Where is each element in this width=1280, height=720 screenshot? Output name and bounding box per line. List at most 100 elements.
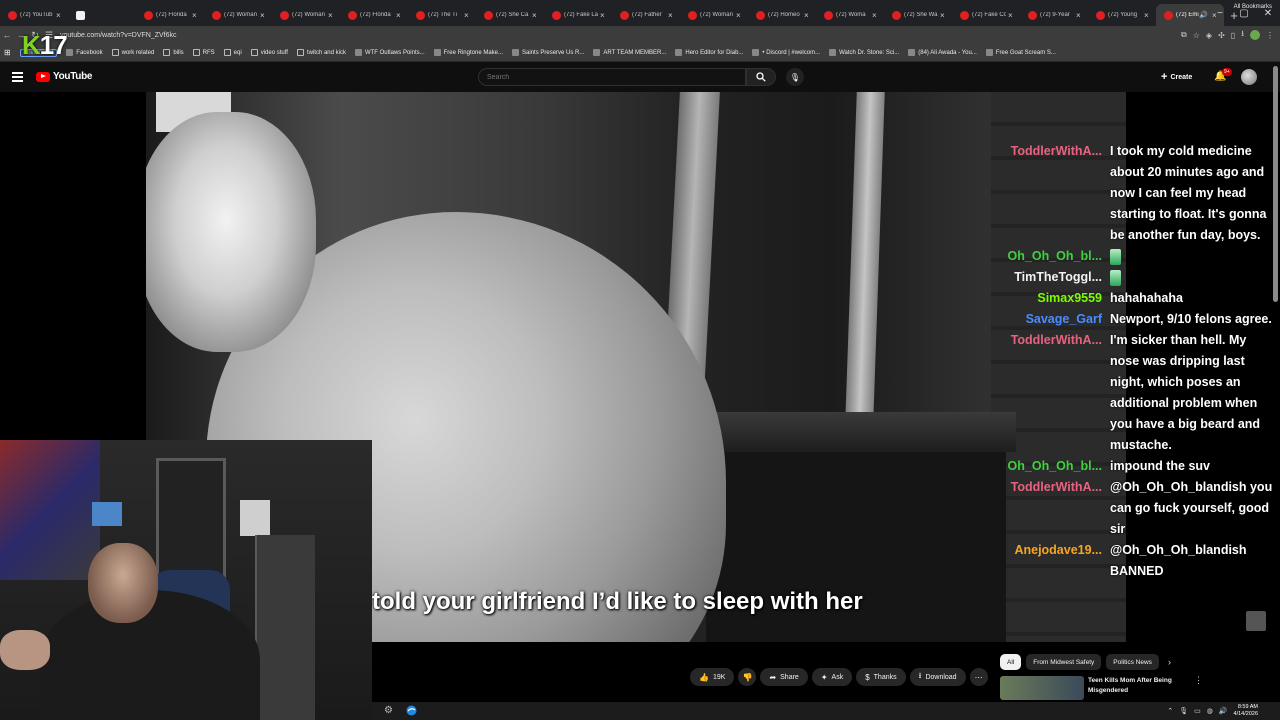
profile-avatar[interactable] xyxy=(1250,30,1260,40)
bookmark-item[interactable]: Saints Preserve Us R... xyxy=(512,49,584,56)
chip-all[interactable]: All xyxy=(1000,654,1022,670)
browser-tab[interactable] xyxy=(68,4,136,26)
bookmark-item[interactable]: • Discord | #welcom... xyxy=(752,49,820,56)
voice-search-button[interactable]: 🎙 xyxy=(786,68,804,86)
thanks-button[interactable]: $ Thanks xyxy=(856,668,906,686)
bookmark-item[interactable]: (84) Ali Awada - You... xyxy=(908,49,977,56)
url-field[interactable]: youtube.com/watch?v=DVFN_ZVf6kc xyxy=(60,32,177,39)
browser-taskbar-icon[interactable] xyxy=(406,705,417,719)
close-tab-icon[interactable]: × xyxy=(464,11,472,20)
browser-tab[interactable]: (72) Florida × xyxy=(136,4,204,26)
bookmark-item[interactable]: ART TEAM MEMBER... xyxy=(593,49,666,56)
download-icon[interactable]: ⭳ xyxy=(1241,28,1244,42)
browser-tab[interactable]: (72) Florida × xyxy=(340,4,408,26)
close-tab-icon[interactable]: × xyxy=(260,11,268,20)
chat-username[interactable]: Savage_Garf xyxy=(1000,309,1110,330)
back-icon[interactable]: ← xyxy=(0,30,14,40)
chat-username[interactable]: TimTheToggl... xyxy=(1000,267,1110,288)
browser-tab[interactable]: (72) Homeo × xyxy=(748,4,816,26)
close-tab-icon[interactable]: × xyxy=(396,11,404,20)
chat-username[interactable]: ToddlerWithA... xyxy=(1000,141,1110,246)
tray-chevron-icon[interactable]: ⌃ xyxy=(1167,707,1173,715)
extensions-puzzle-icon[interactable]: ✣ xyxy=(1218,31,1225,40)
browser-tab[interactable]: (72) She Wa × xyxy=(884,4,952,26)
browser-tab[interactable]: (72) Woman × xyxy=(272,4,340,26)
dislike-button[interactable]: 👎 xyxy=(738,668,757,686)
apps-grid-icon[interactable]: ⊞ xyxy=(4,48,11,57)
minimize-icon[interactable]: − xyxy=(1208,8,1232,19)
chat-username[interactable]: Anejodave19... xyxy=(1000,540,1110,582)
suggested-more-icon[interactable]: ⋮ xyxy=(1194,675,1203,686)
browser-tab[interactable]: (72) Fake La × xyxy=(544,4,612,26)
close-tab-icon[interactable]: × xyxy=(1144,11,1152,20)
bookmark-item[interactable]: RFS xyxy=(192,49,215,56)
taskbar-clock[interactable]: 8:59 AM 4/14/2026 xyxy=(1234,704,1258,718)
tray-mic-icon[interactable]: 🎙 xyxy=(1179,707,1188,715)
close-tab-icon[interactable]: × xyxy=(56,11,64,20)
tray-network-icon[interactable]: ▭ xyxy=(1194,707,1201,715)
chat-username[interactable]: Oh_Oh_Oh_bl... xyxy=(1000,456,1110,477)
bookmark-item[interactable]: work related xyxy=(111,49,154,56)
sidebar-icon[interactable]: ▯ xyxy=(1231,31,1235,40)
close-tab-icon[interactable]: × xyxy=(736,11,744,20)
all-bookmarks[interactable]: All Bookmarks xyxy=(1234,4,1272,10)
chevron-right-icon[interactable]: › xyxy=(1168,657,1171,667)
bookmark-item[interactable]: Facebook xyxy=(66,49,103,56)
browser-tab[interactable]: (72) 9-Year × xyxy=(1020,4,1088,26)
hamburger-menu-icon[interactable] xyxy=(12,72,23,84)
account-avatar[interactable] xyxy=(1241,69,1257,85)
youtube-logo[interactable]: YouTube xyxy=(36,71,93,82)
settings-gear-icon[interactable]: ⚙ xyxy=(384,705,393,716)
bookmark-item[interactable]: Free Ringtone Make... xyxy=(433,49,503,56)
suggested-video[interactable]: Teen Kills Mom After Being Misgendered xyxy=(1000,676,1188,700)
extension-icon[interactable]: ◈ xyxy=(1206,31,1212,40)
bookmark-item[interactable]: Hero Editor for Diab... xyxy=(675,49,743,56)
bookmark-item[interactable]: Watch Dr. Stone: Sci... xyxy=(829,49,899,56)
close-tab-icon[interactable]: × xyxy=(940,11,948,20)
page-scrollbar[interactable] xyxy=(1273,66,1278,302)
chat-username[interactable]: ToddlerWithA... xyxy=(1000,330,1110,456)
browser-tab[interactable]: (72) Father × xyxy=(612,4,680,26)
bookmark-item[interactable]: twitch and kick xyxy=(296,49,346,56)
ask-button[interactable]: ✦ Ask xyxy=(811,668,853,686)
close-tab-icon[interactable]: × xyxy=(328,11,336,20)
bookmark-star-icon[interactable]: ☆ xyxy=(1193,31,1200,40)
close-tab-icon[interactable]: × xyxy=(872,11,880,20)
browser-menu-icon[interactable]: ⋮ xyxy=(1266,31,1274,40)
close-tab-icon[interactable]: × xyxy=(532,11,540,20)
suggested-video-title[interactable]: Teen Kills Mom After Being Misgendered xyxy=(1088,676,1188,700)
download-button[interactable]: ⭳ Download xyxy=(909,668,966,686)
bookmark-item[interactable]: eqi xyxy=(223,49,242,56)
close-tab-icon[interactable]: × xyxy=(1076,11,1084,20)
close-tab-icon[interactable]: × xyxy=(1008,11,1016,20)
browser-tab[interactable]: (72) Young × xyxy=(1088,4,1156,26)
close-tab-icon[interactable]: × xyxy=(804,11,812,20)
bookmark-item[interactable]: bills xyxy=(163,49,184,56)
browser-tab[interactable]: (72) Woman × xyxy=(680,4,748,26)
like-button[interactable]: 👍 19K xyxy=(690,668,735,686)
create-button[interactable]: + Create xyxy=(1161,71,1192,83)
tray-wifi-icon[interactable]: ◍ xyxy=(1207,707,1213,715)
chat-username[interactable]: Oh_Oh_Oh_bl... xyxy=(1000,246,1110,267)
share-button[interactable]: ➦ Share xyxy=(760,668,808,686)
close-tab-icon[interactable]: × xyxy=(668,11,676,20)
chat-username[interactable]: Simax9559 xyxy=(1000,288,1110,309)
suggested-video-thumbnail[interactable] xyxy=(1000,676,1084,700)
tray-volume-icon[interactable]: 🔊 xyxy=(1219,707,1228,715)
browser-tab[interactable]: (72) Fake Co × xyxy=(952,4,1020,26)
install-icon[interactable]: ⧉ xyxy=(1181,30,1187,40)
bookmark-item[interactable]: video stuff xyxy=(250,49,288,56)
browser-tab[interactable]: (72) The Ti × xyxy=(408,4,476,26)
browser-tab[interactable]: (72) She Ca × xyxy=(476,4,544,26)
close-tab-icon[interactable]: × xyxy=(600,11,608,20)
more-actions-button[interactable]: ⋯ xyxy=(969,668,988,686)
close-tab-icon[interactable]: × xyxy=(192,11,200,20)
browser-tab[interactable]: (72) YouTub × xyxy=(0,4,68,26)
tab-audio-icon[interactable]: 🔊 xyxy=(1199,11,1208,19)
chip-from-channel[interactable]: From Midwest Safety xyxy=(1026,654,1102,670)
bookmark-item[interactable]: Free Goat Scream S... xyxy=(985,49,1056,56)
search-input[interactable] xyxy=(478,68,746,86)
bookmark-item[interactable]: WTF Outlaws Points... xyxy=(354,49,425,56)
chip-politics-news[interactable]: Politics News xyxy=(1106,654,1159,670)
browser-tab[interactable]: (72) Woman × xyxy=(204,4,272,26)
